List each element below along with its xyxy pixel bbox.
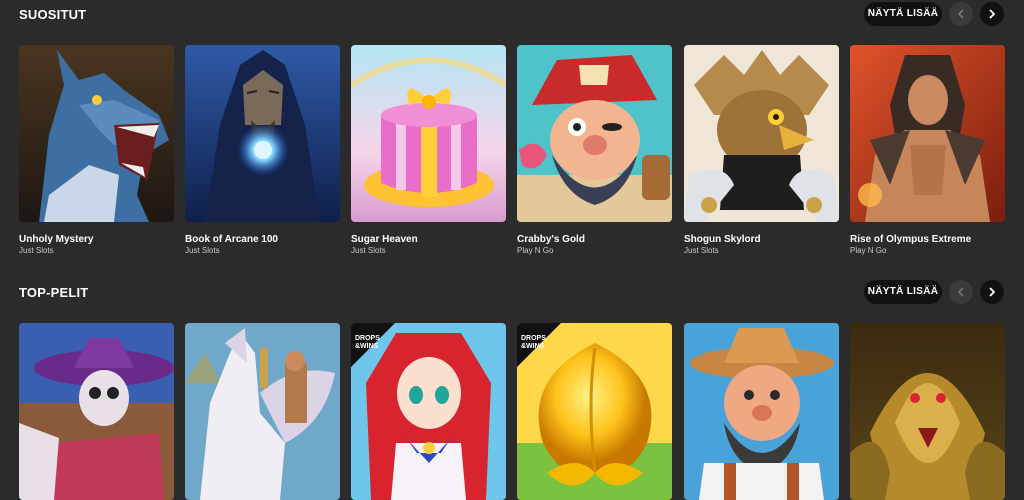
wizard-art[interactable] [185, 45, 340, 222]
gift-box-art[interactable] [351, 45, 506, 222]
game-title: Sugar Heaven [351, 234, 418, 245]
game-title: Rise of Olympus Extreme [850, 234, 972, 245]
game-title: Unholy Mystery [19, 234, 94, 245]
game-card[interactable]: DROPS &WINS [517, 323, 672, 500]
golden-peach-art[interactable]: DROPS &WINS [517, 323, 672, 500]
section-title: SUOSITUT [19, 7, 87, 22]
game-title: Crabby's Gold [517, 234, 585, 245]
chevron-left-icon [958, 9, 964, 19]
section-title: TOP-PELIT [19, 285, 89, 300]
game-card[interactable]: Book of Arcane 100 Just Slots [185, 45, 340, 255]
game-provider: Play N Go [850, 246, 887, 255]
game-card[interactable]: Rise of Olympus Extreme Play N Go [850, 45, 1005, 255]
anime-girl-art[interactable]: DROPS &WINS [351, 323, 506, 500]
game-provider: Play N Go [517, 246, 554, 255]
game-card[interactable] [850, 323, 1005, 500]
section-header: TOP-PELIT NÄYTÄ LISÄÄ [0, 278, 1024, 306]
drops-wins-badge: DROPS&WINS [351, 323, 395, 367]
game-card[interactable]: Unholy Mystery Just Slots [19, 45, 174, 255]
game-provider: Just Slots [351, 246, 386, 255]
game-title: Book of Arcane 100 [185, 234, 278, 245]
game-title: Shogun Skylord [684, 234, 761, 245]
game-card[interactable]: Shogun Skylord Just Slots [684, 45, 839, 255]
badge-text: DROPS [521, 335, 546, 342]
game-card[interactable]: DROPS &WINS [351, 323, 506, 500]
show-more-button[interactable]: NÄYTÄ LISÄÄ [864, 2, 942, 26]
game-provider: Just Slots [19, 246, 54, 255]
badge-text: &WINS [355, 343, 379, 350]
carousel-next-button[interactable] [980, 2, 1004, 26]
badge-text: DROPS [355, 335, 380, 342]
drops-wins-badge: DROPS&WINS [517, 323, 561, 367]
section-top-pelit: TOP-PELIT NÄYTÄ LISÄÄ DROPS &WINS DROPS … [0, 278, 1024, 500]
pegasus-art[interactable] [185, 323, 340, 500]
game-card[interactable] [185, 323, 340, 500]
skeleton-mariachi-art[interactable] [19, 323, 174, 500]
cowboy-art[interactable] [684, 323, 839, 500]
game-card[interactable] [684, 323, 839, 500]
carousel-next-button[interactable] [980, 280, 1004, 304]
hooded-warrior-art[interactable] [850, 45, 1005, 222]
chevron-right-icon [989, 287, 995, 297]
game-card[interactable]: Sugar Heaven Just Slots [351, 45, 506, 255]
carousel-prev-button[interactable] [949, 2, 973, 26]
badge-text: &WINS [521, 343, 545, 350]
section-header: SUOSITUT NÄYTÄ LISÄÄ [0, 0, 1024, 28]
eagle-warrior-art[interactable] [684, 45, 839, 222]
game-card[interactable]: Crabby's Gold Play N Go [517, 45, 672, 255]
pirate-art[interactable] [517, 45, 672, 222]
section-suositut: SUOSITUT NÄYTÄ LISÄÄ Unholy Mystery Just… [0, 0, 1024, 255]
chevron-right-icon [989, 9, 995, 19]
carousel-prev-button[interactable] [949, 280, 973, 304]
chevron-left-icon [958, 287, 964, 297]
game-provider: Just Slots [185, 246, 220, 255]
game-card[interactable] [19, 323, 174, 500]
cobra-art[interactable] [850, 323, 1005, 500]
werewolf-art[interactable] [19, 45, 174, 222]
show-more-button[interactable]: NÄYTÄ LISÄÄ [864, 280, 942, 304]
game-provider: Just Slots [684, 246, 719, 255]
